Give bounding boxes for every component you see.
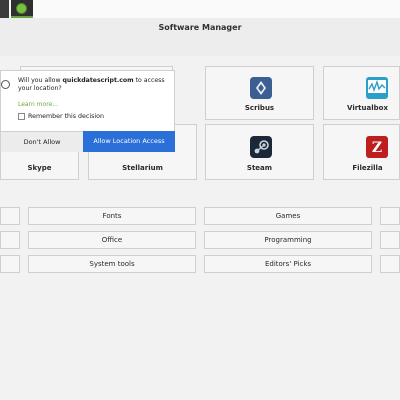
app-card-steam[interactable]: Steam [205,124,314,180]
app-card-virtualbox[interactable]: Virtualbox [323,66,400,120]
app-name: Filezilla [352,164,383,172]
allow-location-button[interactable]: Allow Location Access [83,131,175,152]
category-button-edge[interactable] [380,231,400,249]
learn-more-link[interactable]: Learn more... [18,101,58,108]
scribus-icon [250,77,272,99]
virtualbox-icon [366,77,388,99]
app-name: Virtualbox [347,104,388,112]
category-editors-picks[interactable]: Editors' Picks [204,255,372,273]
window-title: Software Manager [158,23,242,32]
filezilla-icon: Z [366,136,388,158]
category-fonts[interactable]: Fonts [28,207,196,225]
panel-app-button-active[interactable] [11,0,33,18]
remember-label: Remember this decision [28,112,105,120]
prompt-domain: quickdatescript.com [62,77,134,84]
panel-app-button[interactable] [0,0,9,18]
location-icon [1,80,10,89]
svg-text:Z: Z [372,140,382,156]
steam-icon [250,136,272,158]
app-name: Skype [27,164,52,172]
category-button-edge[interactable] [0,255,20,273]
remember-checkbox[interactable] [18,113,25,120]
app-name: Steam [246,164,273,172]
top-panel [0,0,400,18]
app-name: Scribus [244,104,275,112]
app-name: Stellarium [122,164,163,172]
app-logo-icon [16,3,27,14]
category-office[interactable]: Office [28,231,196,249]
prompt-prefix: Will you allow [18,77,63,84]
category-button-edge[interactable] [380,255,400,273]
title-bar: Software Manager [0,18,400,57]
dont-allow-button[interactable]: Don't Allow [1,131,83,152]
location-permission-dialog: Will you allow quickdatescript.com to ac… [0,70,175,152]
app-card-scribus[interactable]: Scribus [205,66,314,120]
category-programming[interactable]: Programming [204,231,372,249]
category-button-edge[interactable] [0,207,20,225]
category-button-edge[interactable] [0,231,20,249]
category-games[interactable]: Games [204,207,372,225]
app-card-filezilla[interactable]: Z Filezilla [323,124,400,180]
dialog-prompt: Will you allow quickdatescript.com to ac… [18,77,168,93]
category-button-edge[interactable] [380,207,400,225]
category-system-tools[interactable]: System tools [28,255,196,273]
